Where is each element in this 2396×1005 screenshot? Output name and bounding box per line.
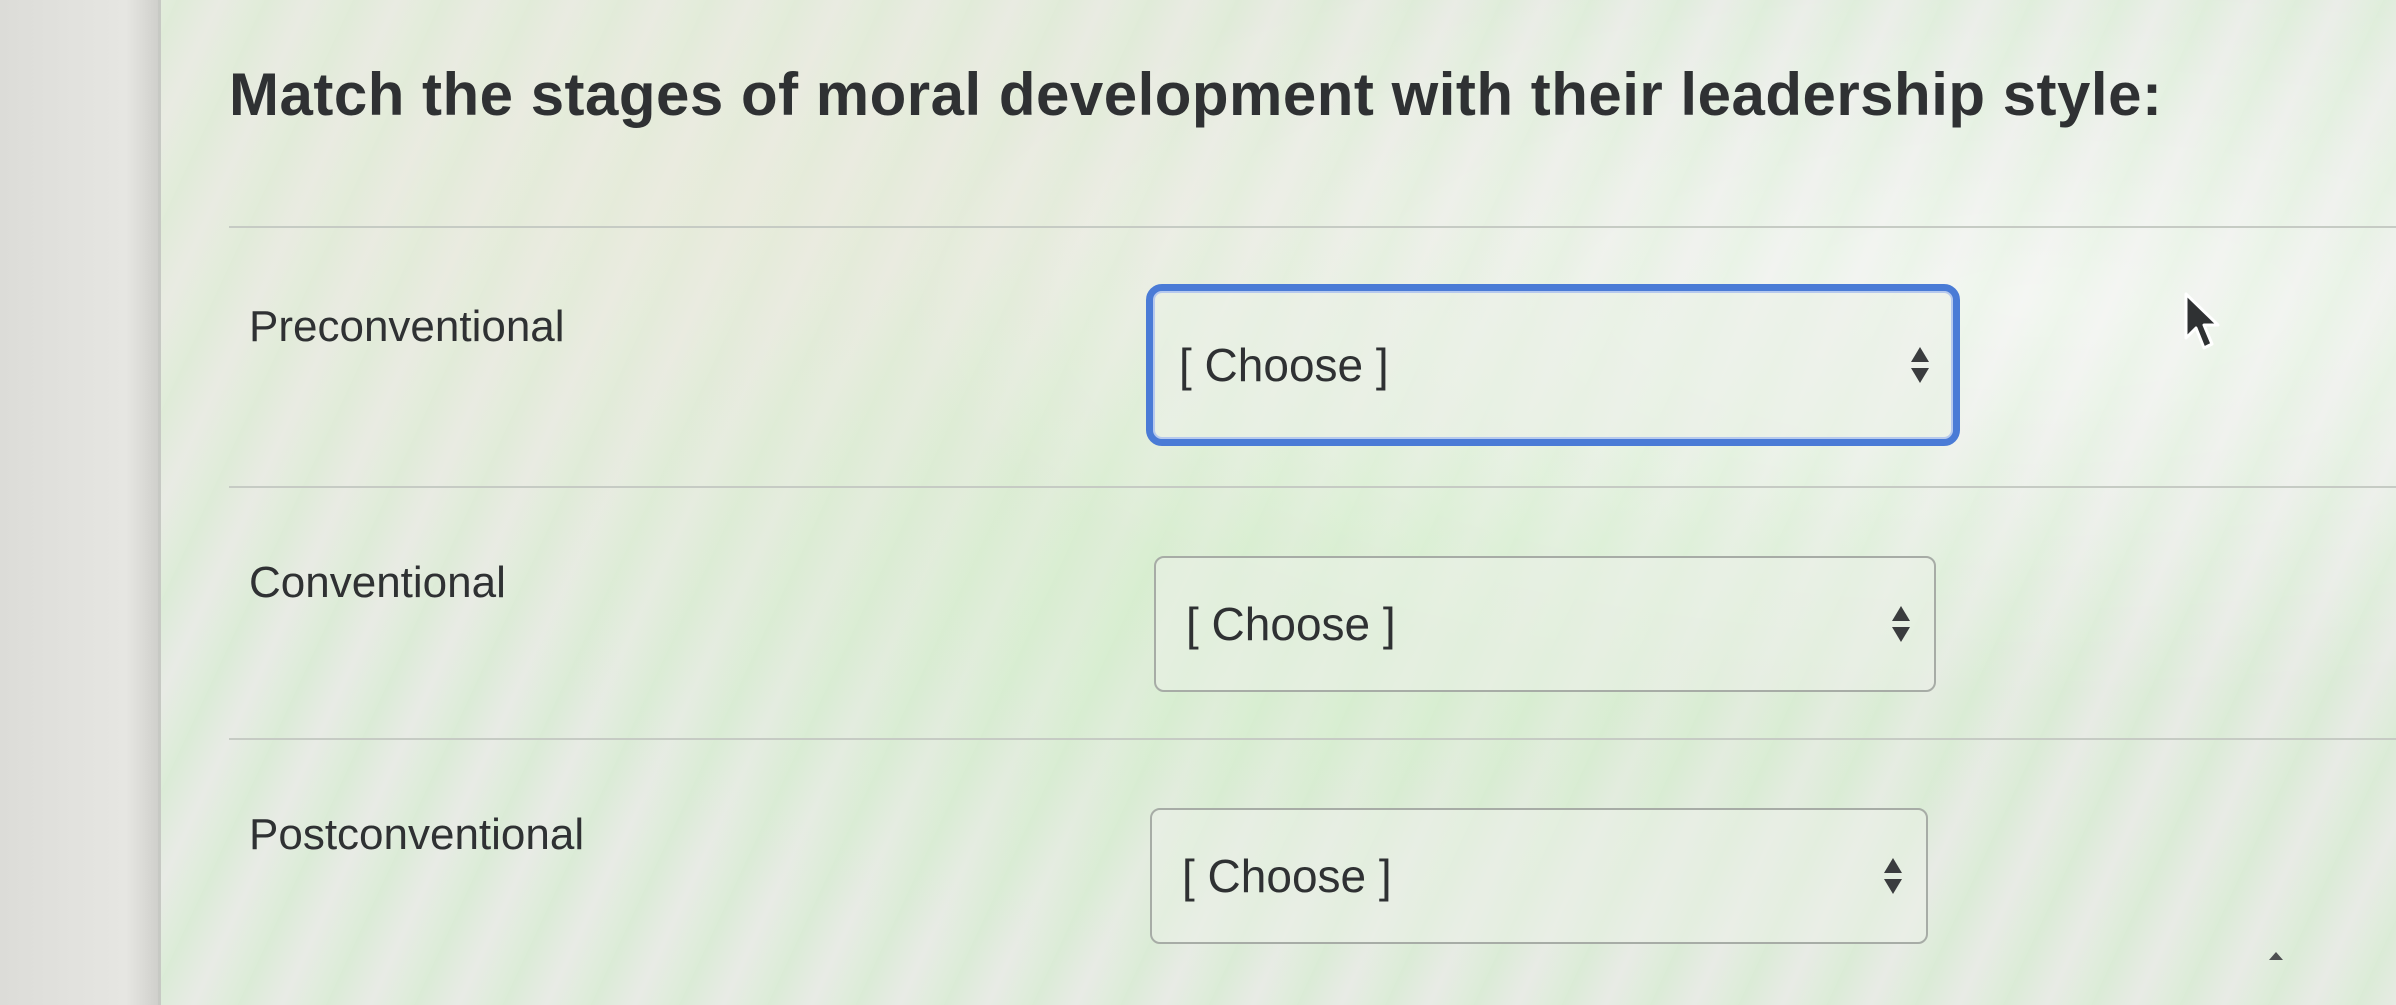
select-postconventional[interactable]: [ Choose ] xyxy=(1150,808,1928,944)
up-down-arrows-icon xyxy=(1882,854,1904,898)
select-value: [ Choose ] xyxy=(1182,850,1392,902)
up-down-arrows-icon xyxy=(1909,343,1931,387)
row-label-postconventional: Postconventional xyxy=(249,810,585,859)
divider-middle-1 xyxy=(229,486,2396,488)
row-label-preconventional: Preconventional xyxy=(249,302,565,351)
divider-top xyxy=(229,226,2396,228)
up-down-arrows-icon xyxy=(1890,602,1912,646)
divider-middle-2 xyxy=(229,738,2396,740)
select-value: [ Choose ] xyxy=(1179,339,1389,391)
select-conventional[interactable]: [ Choose ] xyxy=(1154,556,1936,692)
select-value: [ Choose ] xyxy=(1186,598,1396,650)
row-label-conventional: Conventional xyxy=(249,558,506,607)
left-page-margin xyxy=(0,0,161,1005)
question-title: Match the stages of moral development wi… xyxy=(229,61,2163,128)
mouse-cursor-icon xyxy=(2182,292,2222,359)
select-preconventional[interactable]: [ Choose ] xyxy=(1146,284,1960,446)
quiz-question-panel: Match the stages of moral development wi… xyxy=(161,0,2396,1005)
small-triangle-icon xyxy=(2268,948,2284,966)
